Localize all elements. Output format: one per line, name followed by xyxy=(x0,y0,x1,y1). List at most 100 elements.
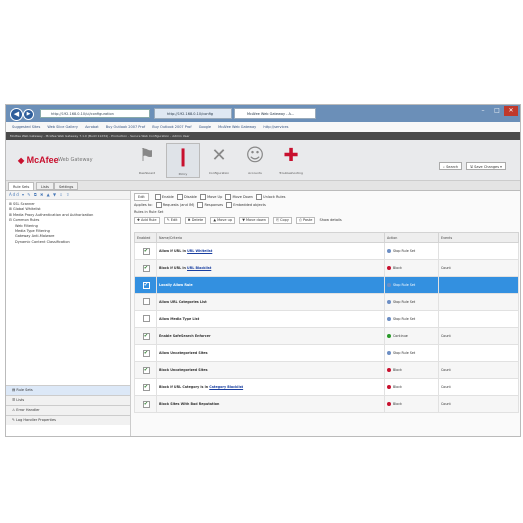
move-down-checkbox[interactable] xyxy=(225,194,232,200)
nav-troubleshooting[interactable]: ✚ Troubleshooting xyxy=(274,143,308,178)
error-handler-button[interactable]: ⚠ Error Handler xyxy=(6,405,130,415)
favorite-link[interactable]: Buy Outlook 2007 Prof xyxy=(106,125,145,129)
rule-name: Allow URL Categories List xyxy=(159,300,207,304)
enabled-checkbox[interactable] xyxy=(142,315,150,322)
column-header[interactable]: Action xyxy=(384,232,439,243)
favorite-link[interactable]: Acrobat xyxy=(85,125,99,129)
address-bar[interactable]: http://192.168.0.10/ui/configuration xyxy=(40,109,150,118)
events-cell xyxy=(438,310,519,328)
favorite-link[interactable]: Google xyxy=(199,125,211,129)
nav-dashboard[interactable]: ⚑ Dashboard xyxy=(130,143,164,178)
browser-tab-1[interactable]: http://192.168.0.10/config xyxy=(154,108,232,119)
responses-checkbox[interactable] xyxy=(197,202,204,208)
back-icon[interactable]: ◀ xyxy=(10,108,23,121)
enabled-checkbox[interactable]: ✔ xyxy=(142,349,150,357)
table-row[interactable]: Allow URL Categories List Stop Rule Set xyxy=(134,293,519,311)
column-header[interactable]: Events xyxy=(438,232,519,243)
browser-tab-2[interactable]: McAfee Web Gateway - A... xyxy=(234,108,316,119)
nav-label: Troubleshooting xyxy=(279,171,303,175)
name-cell: Locally Allow Rule xyxy=(156,276,385,294)
enabled-checkbox[interactable]: ✔ xyxy=(142,383,150,391)
product-name: Web Gateway xyxy=(58,157,93,163)
rule-actions-toolbar: ✚ Add Rule ✎ Edit ✖ Delete ▲ Move up ▼ M… xyxy=(134,217,342,224)
enabled-checkbox[interactable]: ✔ xyxy=(142,264,150,272)
favorite-link[interactable]: http://services xyxy=(263,125,288,129)
table-row[interactable]: ✔ Block Sites With Bad Reputation Block Cou… xyxy=(134,395,519,413)
lists-button[interactable]: ☰ Lists xyxy=(6,395,130,405)
move-up-checkbox[interactable] xyxy=(200,194,207,200)
forward-icon[interactable]: ▶ xyxy=(23,109,34,120)
table-row[interactable]: ✔ Enable SafeSearch Enforcer Continue Count xyxy=(134,327,519,345)
list-link[interactable]: URL Blacklist xyxy=(187,266,211,270)
show-details-label[interactable]: Show details xyxy=(320,218,342,222)
enabled-checkbox[interactable]: ✔ xyxy=(142,400,150,408)
unlock-checkbox[interactable] xyxy=(256,194,263,200)
table-row[interactable]: ✔ Allow Uncategorized Sites Stop Rule Set xyxy=(134,344,519,362)
add-rule-button[interactable]: ✚ Add Rule xyxy=(134,217,160,224)
minimize-icon[interactable]: – xyxy=(476,106,490,116)
table-row[interactable]: ✔ Block if URL in URL Blacklist Block Count xyxy=(134,259,519,277)
tree-node[interactable]: Dynamic Content Classification xyxy=(9,240,130,245)
nav-configuration[interactable]: ✕ Configuration xyxy=(202,143,236,178)
enabled-checkbox[interactable]: ✔ xyxy=(142,281,150,289)
rule-name: Allow Media Type List xyxy=(159,317,200,321)
enable-checkbox[interactable] xyxy=(154,194,161,200)
search-button[interactable]: ⌕ Search xyxy=(439,162,463,170)
enabled-cell: ✔ xyxy=(134,395,157,413)
save-changes-button[interactable]: 🖫 Save Changes ▾ xyxy=(466,162,506,170)
action-label: Block xyxy=(393,368,402,372)
enabled-checkbox[interactable]: ✔ xyxy=(142,247,150,255)
embedded-checkbox[interactable] xyxy=(226,202,233,208)
paste-button[interactable]: ⎙ Paste xyxy=(296,217,316,224)
move-up-button[interactable]: ▲ Move up xyxy=(210,217,236,224)
log-handler-button[interactable]: ✎ Log Handler Properties xyxy=(6,415,130,425)
rule-sets-button[interactable]: ▤ Rule Sets xyxy=(6,385,130,395)
close-icon[interactable]: ✕ xyxy=(504,106,518,116)
enabled-checkbox[interactable] xyxy=(142,298,150,305)
move-down-button[interactable]: ▼ Move down xyxy=(239,217,269,224)
table-row[interactable]: Allow Media Type List Stop Rule Set xyxy=(134,310,519,328)
favorite-link[interactable]: Suggested Sites xyxy=(12,125,40,129)
nav-label: Configuration xyxy=(208,171,230,175)
copy-button[interactable]: ⎘ Copy xyxy=(273,217,292,224)
edit-ruleset-button[interactable]: Edit xyxy=(134,193,149,201)
maximize-icon[interactable]: □ xyxy=(490,106,504,116)
nav-accounts[interactable]: ☺ Accounts xyxy=(238,143,272,178)
table-row[interactable]: ✔ Block Uncategorized Sites Block Count xyxy=(134,361,519,379)
tab-settings[interactable]: Settings xyxy=(54,182,79,190)
rules-in-ruleset-label: Rules in Rule Set xyxy=(134,210,164,214)
edit-rule-button[interactable]: ✎ Edit xyxy=(163,217,181,224)
enabled-checkbox[interactable]: ✔ xyxy=(142,366,150,374)
name-cell: Block Uncategorized Sites xyxy=(156,361,385,379)
action-label: Stop Rule Set xyxy=(393,300,416,304)
table-row[interactable]: ✔ Allow if URL in URL Whitelist Stop Rule … xyxy=(134,242,519,260)
favorite-link[interactable]: Web Slice Gallery xyxy=(47,125,78,129)
action-icon xyxy=(387,317,391,321)
requests-checkbox[interactable] xyxy=(155,202,162,208)
rule-name: Block if URL Category is in xyxy=(159,385,210,389)
events-cell xyxy=(438,276,519,294)
enabled-cell: ✔ xyxy=(134,378,157,396)
list-link[interactable]: Category Blocklist xyxy=(209,385,243,389)
browser-titlebar: ◀ ▶ http://192.168.0.10/ui/configuration… xyxy=(6,105,520,122)
favorite-link[interactable]: McAfee Web Gateway xyxy=(218,125,256,129)
tab-rule-sets[interactable]: Rule Sets xyxy=(8,182,35,190)
nav-policy[interactable]: ❙ Policy xyxy=(166,143,200,178)
favorite-link[interactable]: Buy Outlook 2007 Prof xyxy=(152,125,191,129)
delete-rule-button[interactable]: ✖ Delete xyxy=(184,217,207,224)
tree-node-selected[interactable]: Web Filtering xyxy=(15,224,38,228)
table-row[interactable]: ✔ Locally Allow Rule Stop Rule Set xyxy=(134,276,519,294)
events-cell xyxy=(438,242,519,260)
enabled-checkbox[interactable]: ✔ xyxy=(142,332,150,340)
table-row[interactable]: ✔ Block if URL Category is in Category Bl… xyxy=(134,378,519,396)
tab-lists[interactable]: Lists xyxy=(36,182,54,190)
events-cell xyxy=(438,293,519,311)
column-header[interactable]: Name/Criteria xyxy=(156,232,385,243)
action-cell: Stop Rule Set xyxy=(384,344,439,362)
nav-label: Policy xyxy=(178,172,188,176)
tree-toolbar[interactable]: Add ▾ ✎ ⧉ ✖ ▲ ▼ ⇩ ⇧ xyxy=(6,191,130,200)
list-link[interactable]: URL Whitelist xyxy=(187,249,212,253)
disable-checkbox[interactable] xyxy=(176,194,183,200)
column-header[interactable]: Enabled xyxy=(134,232,157,243)
action-cell: Stop Rule Set xyxy=(384,293,439,311)
